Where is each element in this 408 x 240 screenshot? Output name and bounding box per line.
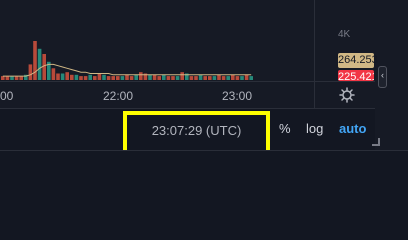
volume-bar [93, 76, 97, 80]
volume-bar [221, 76, 226, 80]
volume-bar [129, 76, 134, 80]
volume-bar [203, 76, 207, 80]
volume-bar [226, 76, 230, 80]
volume-bar [235, 76, 240, 80]
volume-bar [97, 73, 102, 80]
volume-bar [33, 41, 37, 80]
volume-bar [244, 74, 249, 80]
time-axis-label: 23:00 [222, 89, 253, 103]
volume-bar [249, 76, 253, 80]
volume-bar [28, 64, 33, 80]
bottom-panel [0, 150, 408, 214]
price-axis-divider [314, 0, 315, 108]
volume-bar [166, 76, 171, 80]
volume-bar [65, 72, 69, 80]
utc-clock[interactable]: 23:07:29 (UTC) [127, 123, 266, 138]
volume-bar [10, 76, 14, 80]
log-scale-button[interactable]: log [306, 121, 323, 136]
volume-bar [88, 74, 92, 80]
percent-scale-button[interactable]: % [279, 121, 291, 136]
volume-chart [1, 41, 253, 80]
volume-bar [116, 76, 120, 80]
volume-bar [125, 74, 129, 80]
volume-bar [189, 76, 194, 80]
volume-bar [70, 74, 74, 80]
volume-bar [37, 48, 42, 80]
volume-bar [148, 74, 152, 80]
volume-bar [198, 74, 203, 80]
volume-bar [208, 76, 212, 80]
volume-bar [134, 74, 138, 80]
volume-bar [74, 74, 79, 80]
volume-bar [56, 73, 60, 80]
volume-bar [60, 73, 65, 80]
volume-bar [152, 74, 157, 80]
volume-ma-price-tag: 264.253 [338, 53, 378, 68]
time-axis-label: 00 [0, 89, 14, 103]
volume-bar [162, 74, 166, 80]
time-axis-label: 22:00 [103, 89, 134, 103]
volume-bar [106, 76, 111, 80]
volume-bar [139, 72, 143, 80]
volume-bar [51, 68, 56, 80]
volume-bar [171, 76, 175, 80]
time-axis-divider [0, 81, 375, 82]
volume-bar [231, 74, 235, 80]
gear-icon[interactable] [339, 87, 355, 103]
volume-bar [102, 74, 106, 80]
volume-bar [157, 76, 161, 80]
volume-bar [5, 76, 10, 80]
volume-bar [240, 76, 244, 80]
volume-bar [19, 76, 23, 80]
volume-scale-label: 4K [338, 29, 351, 40]
volume-bar [194, 76, 198, 80]
resize-corner-icon[interactable] [372, 138, 380, 146]
collapse-panel-button[interactable]: ‹ [378, 66, 387, 88]
auto-scale-button[interactable]: auto [339, 121, 366, 136]
volume-bar [120, 76, 125, 80]
last-price-tag: 225.421 [338, 70, 374, 81]
volume-bar [212, 76, 217, 80]
volume-bar [42, 54, 46, 80]
volume-bar [14, 76, 19, 80]
volume-bar [217, 74, 221, 80]
volume-bar [79, 76, 83, 80]
chevron-left-icon: ‹ [381, 70, 384, 80]
volume-bar [1, 76, 5, 80]
volume-bar [180, 72, 184, 80]
clock-highlight-box: 23:07:29 (UTC) [123, 111, 270, 154]
volume-bar [175, 76, 180, 80]
volume-bar [83, 76, 88, 80]
volume-bar [111, 76, 115, 80]
panel-divider [0, 108, 375, 109]
